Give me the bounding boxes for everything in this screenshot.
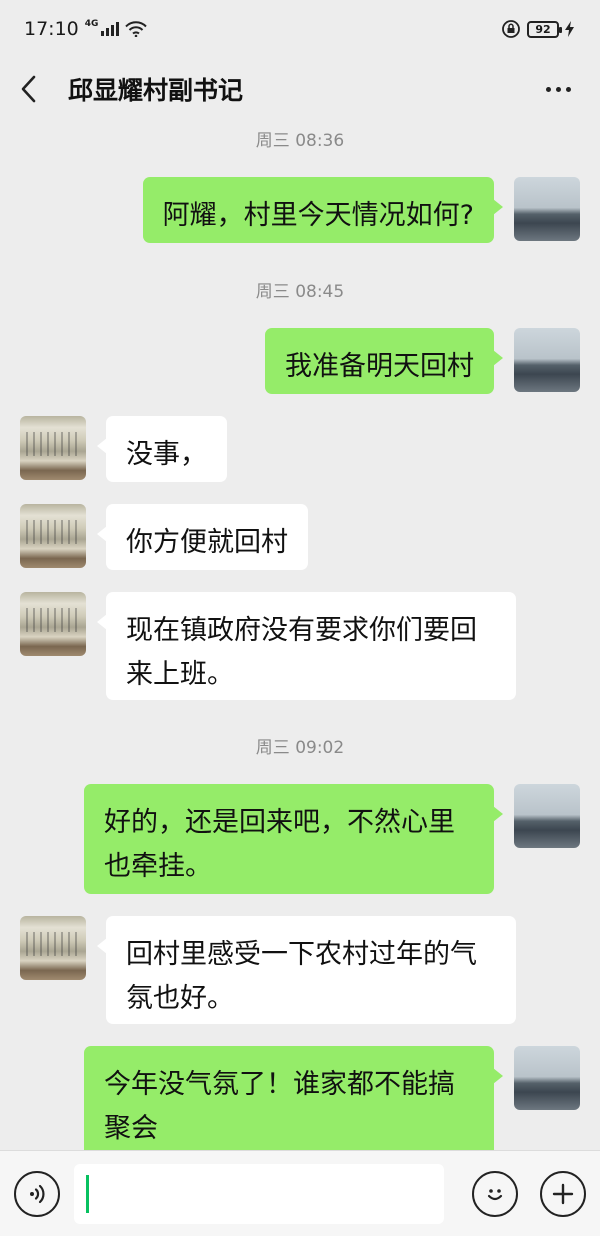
timestamp: 周三 09:02 [255,738,345,758]
sent-message-bubble[interactable]: 好的，还是回来吧，不然心里也牵挂。 [84,784,503,894]
status-time: 17:10 [24,18,79,40]
dot-icon [565,86,571,92]
emoji-button[interactable] [472,1170,518,1217]
message-input[interactable] [74,1163,444,1224]
sent-message-bubble[interactable]: 今年没气氛了！谁家都不能搞聚会 [84,1046,503,1150]
contact-avatar[interactable] [20,916,86,980]
chevron-left-icon [21,75,36,103]
received-message-bubble[interactable]: 你方便就回村 [97,504,308,570]
battery-icon: 92 [527,20,562,38]
my-avatar[interactable] [514,177,580,241]
input-actions [472,1170,586,1217]
status-left: 17:10 4G [24,18,148,40]
timestamp: 周三 08:36 [255,131,345,151]
smiley-icon [487,1188,503,1200]
received-message-bubble[interactable]: 没事， [97,416,227,482]
status-right: 92 [501,19,574,39]
more-options-button[interactable] [536,67,580,111]
charging-icon [565,21,574,37]
chat-header: 邱显耀村副书记 [0,58,600,120]
dot-icon [555,86,561,92]
voice-input-button[interactable] [14,1170,60,1217]
network-label: 4G [84,18,99,29]
voice-icon [30,1184,45,1203]
received-message-bubble[interactable]: 回村里感受一下农村过年的气氛也好。 [97,916,516,1024]
input-bar [0,1150,600,1236]
sent-message-bubble[interactable]: 我准备明天回村 [265,328,503,394]
wifi-icon [125,21,148,37]
chat-title: 邱显耀村副书记 [68,76,244,105]
my-avatar[interactable] [514,328,580,392]
back-button[interactable] [20,67,64,111]
dot-icon [545,86,551,92]
signal-icon [101,22,120,36]
received-message-bubble[interactable]: 现在镇政府没有要求你们要回来上班。 [97,592,516,700]
text-caret [86,1174,89,1213]
status-bar: 17:10 4G 92 [0,0,600,58]
plus-icon [552,1183,574,1204]
sent-message-bubble[interactable]: 阿耀，村里今天情况如何? [142,177,504,243]
message-list[interactable]: 周三 08:36 阿耀，村里今天情况如何? 周三 08:45 我准备明天回村 没… [0,120,600,1150]
battery-level: 92 [535,22,551,36]
contact-avatar[interactable] [20,592,86,656]
lock-rotation-icon [502,20,520,38]
timestamp: 周三 08:45 [255,282,345,302]
more-functions-button[interactable] [540,1170,586,1217]
my-avatar[interactable] [514,784,580,848]
contact-avatar[interactable] [20,416,86,480]
contact-avatar[interactable] [20,504,86,568]
my-avatar[interactable] [514,1046,580,1110]
